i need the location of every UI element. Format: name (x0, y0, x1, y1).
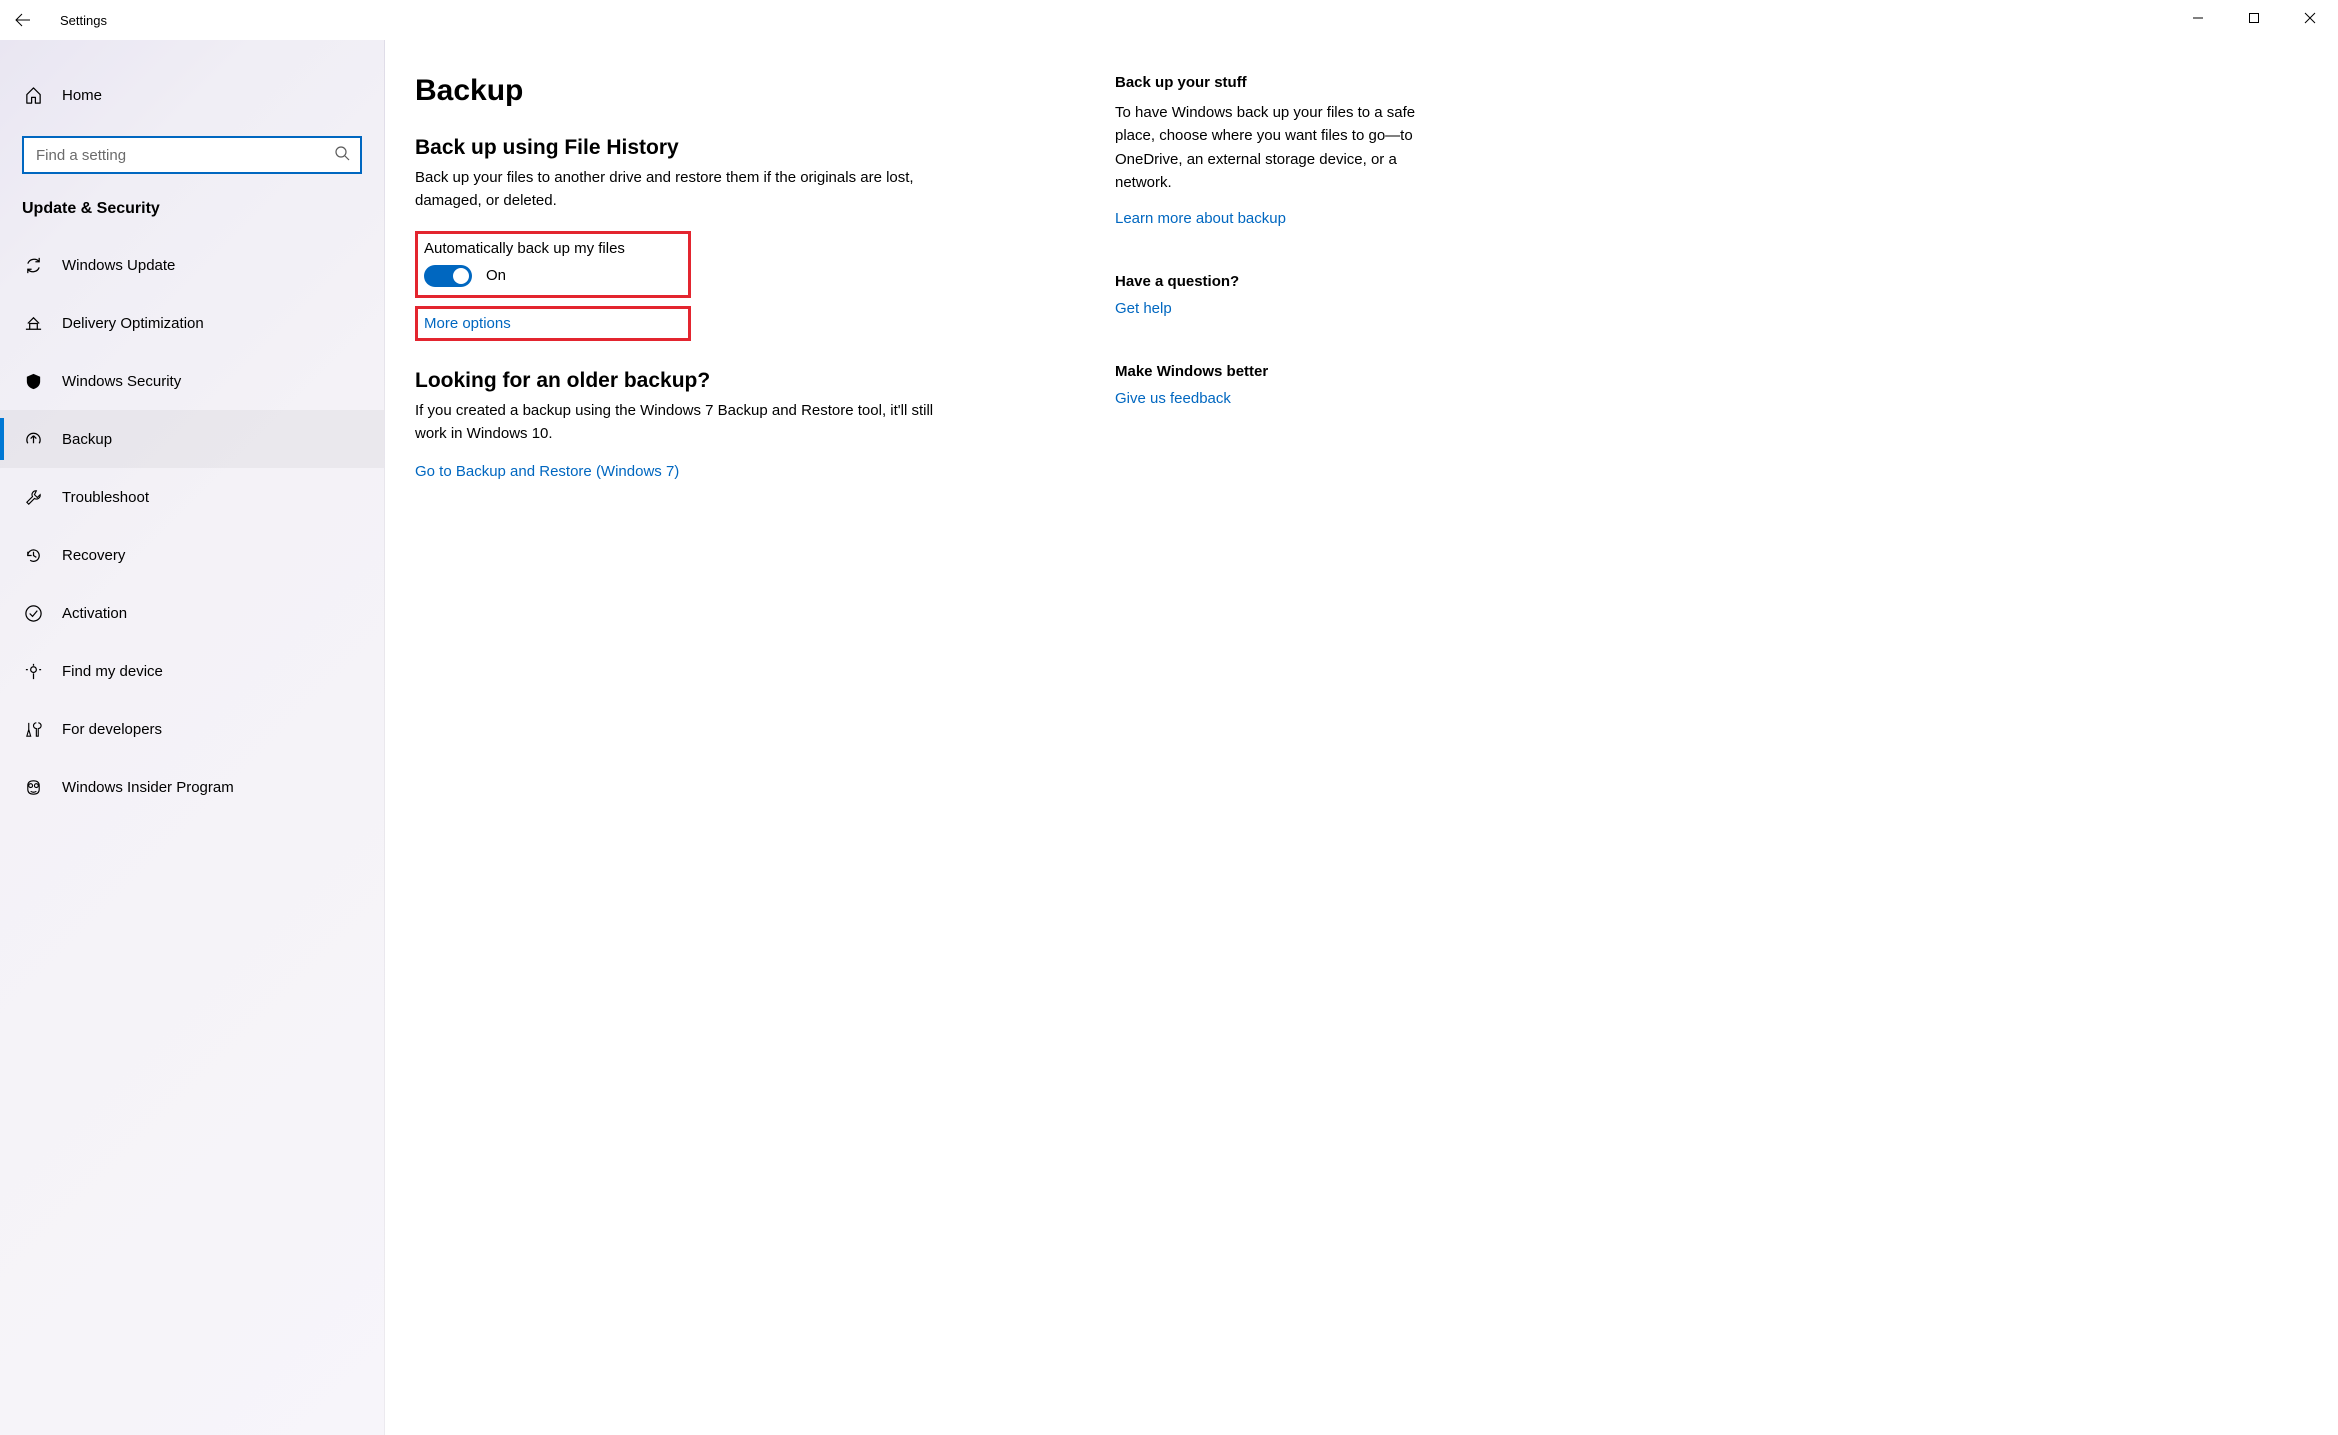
highlight-more-options: More options (415, 306, 691, 341)
history-icon (22, 544, 44, 566)
main-content: Backup Back up using File History Back u… (385, 40, 2338, 1435)
sidebar-item-find-my-device[interactable]: Find my device (0, 642, 384, 700)
aside: Back up your stuff To have Windows back … (1115, 74, 1435, 1405)
sync-icon (22, 254, 44, 276)
sidebar-item-label: Find my device (62, 663, 163, 680)
sidebar-item-activation[interactable]: Activation (0, 584, 384, 642)
file-history-heading: Back up using File History (415, 136, 1055, 160)
sidebar-item-delivery-optimization[interactable]: Delivery Optimization (0, 294, 384, 352)
page-title: Backup (415, 74, 1055, 108)
app-title: Settings (60, 13, 107, 28)
backup-restore-win7-link[interactable]: Go to Backup and Restore (Windows 7) (415, 463, 679, 480)
sidebar-item-label: Windows Security (62, 373, 181, 390)
insider-icon (22, 776, 44, 798)
sidebar-item-label: Activation (62, 605, 127, 622)
auto-backup-state: On (486, 267, 506, 284)
close-button[interactable] (2282, 0, 2338, 36)
aside-feedback-heading: Make Windows better (1115, 363, 1435, 380)
sidebar-item-for-developers[interactable]: For developers (0, 700, 384, 758)
window-controls (2170, 0, 2338, 36)
maximize-icon (2248, 12, 2260, 24)
auto-backup-toggle[interactable] (424, 265, 472, 287)
tools-icon (22, 718, 44, 740)
sidebar-item-label: Recovery (62, 547, 125, 564)
minimize-button[interactable] (2170, 0, 2226, 36)
get-help-link[interactable]: Get help (1115, 300, 1172, 317)
sidebar-home-label: Home (62, 87, 102, 104)
sidebar-item-label: For developers (62, 721, 162, 738)
auto-backup-label: Automatically back up my files (424, 240, 678, 257)
sidebar-item-troubleshoot[interactable]: Troubleshoot (0, 468, 384, 526)
aside-question-heading: Have a question? (1115, 273, 1435, 290)
back-button[interactable] (0, 0, 46, 40)
sidebar-item-label: Windows Update (62, 257, 175, 274)
sidebar-section-header: Update & Security (0, 190, 384, 236)
shield-icon (22, 370, 44, 392)
check-circle-icon (22, 602, 44, 624)
search-icon (334, 145, 350, 165)
more-options-link[interactable]: More options (424, 315, 511, 332)
older-backup-description: If you created a backup using the Window… (415, 399, 955, 446)
sidebar-home[interactable]: Home (0, 66, 384, 124)
aside-stuff-heading: Back up your stuff (1115, 74, 1435, 91)
minimize-icon (2192, 12, 2204, 24)
sidebar: Home Update & Security Windows Update De… (0, 40, 385, 1435)
wrench-icon (22, 486, 44, 508)
sidebar-item-label: Delivery Optimization (62, 315, 204, 332)
sidebar-item-windows-security[interactable]: Windows Security (0, 352, 384, 410)
backup-icon (22, 428, 44, 450)
location-icon (22, 660, 44, 682)
give-feedback-link[interactable]: Give us feedback (1115, 390, 1231, 407)
sidebar-item-label: Windows Insider Program (62, 779, 234, 796)
search-input[interactable] (34, 146, 334, 165)
learn-more-backup-link[interactable]: Learn more about backup (1115, 210, 1286, 227)
file-history-description: Back up your files to another drive and … (415, 166, 955, 213)
older-backup-heading: Looking for an older backup? (415, 369, 1055, 393)
arrow-left-icon (15, 12, 31, 28)
search-box[interactable] (22, 136, 362, 174)
highlight-auto-backup: Automatically back up my files On (415, 231, 691, 298)
sidebar-item-windows-insider[interactable]: Windows Insider Program (0, 758, 384, 816)
aside-stuff-desc: To have Windows back up your files to a … (1115, 101, 1435, 194)
delivery-icon (22, 312, 44, 334)
maximize-button[interactable] (2226, 0, 2282, 36)
sidebar-item-label: Troubleshoot (62, 489, 149, 506)
sidebar-item-backup[interactable]: Backup (0, 410, 384, 468)
home-icon (22, 84, 44, 106)
close-icon (2304, 12, 2316, 24)
sidebar-item-label: Backup (62, 431, 112, 448)
sidebar-item-windows-update[interactable]: Windows Update (0, 236, 384, 294)
titlebar: Settings (0, 0, 2338, 40)
sidebar-item-recovery[interactable]: Recovery (0, 526, 384, 584)
